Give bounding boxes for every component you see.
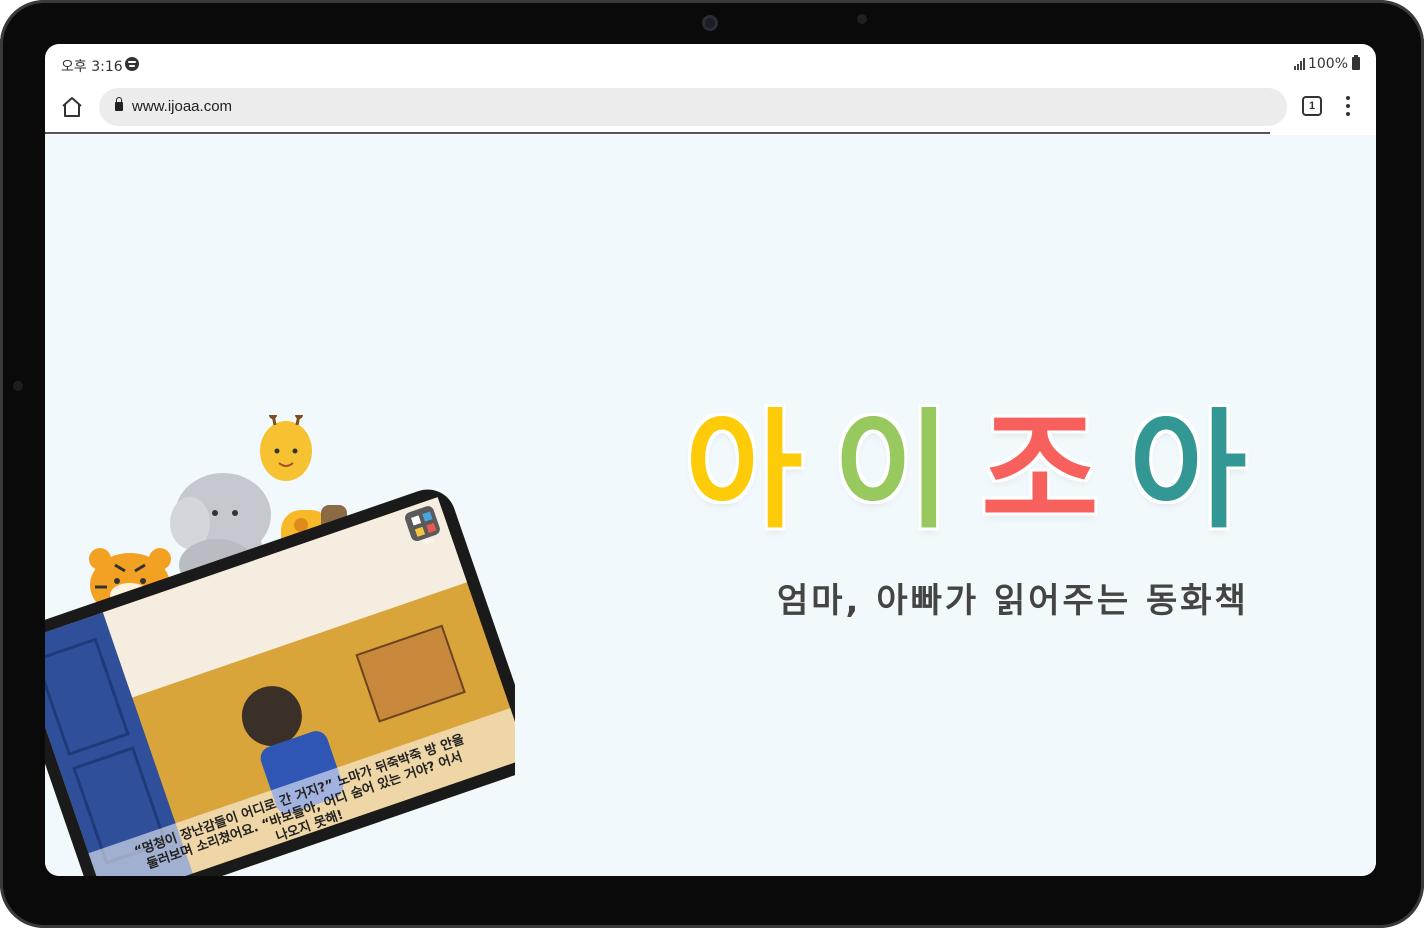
hero-illustration: 메뉴 “멍청이 장난감들이 어디로 간 거지?” 노마가 뒤죽박죽 방 안을 둘… [45, 415, 515, 876]
lock-icon [115, 97, 123, 111]
tagline: 엄마, 아빠가 읽어주는 동화책 [777, 581, 1249, 621]
logo-letter: 아 [685, 397, 803, 546]
spotify-icon [125, 57, 139, 71]
status-time: 오후 3:16 [61, 59, 123, 75]
battery-percent: 100% [1307, 56, 1348, 72]
logo-letter: 조 [981, 397, 1099, 546]
browser-toolbar: www.ijoaa.com 1 [45, 84, 1376, 134]
status-bar: 오후 3:16 100% [45, 44, 1376, 84]
signal-icon [1294, 58, 1306, 70]
page-load-progress [45, 132, 1270, 134]
address-bar[interactable]: www.ijoaa.com [99, 88, 1287, 126]
more-menu-button[interactable] [1340, 95, 1356, 117]
tablet-frame: 오후 3:16 100% www.ijoaa.com 1 아 이 조 아 엄마,… [0, 0, 1424, 928]
front-camera [702, 15, 718, 31]
battery-icon [1352, 55, 1360, 70]
tab-switcher-button[interactable]: 1 [1302, 96, 1322, 116]
logo-letter: 이 [833, 397, 951, 546]
logo-letter: 아 [1129, 397, 1247, 546]
home-icon [62, 97, 82, 117]
screen: 오후 3:16 100% www.ijoaa.com 1 아 이 조 아 엄마,… [45, 44, 1376, 876]
url-text: www.ijoaa.com [132, 98, 233, 115]
tablet-mockup: 메뉴 “멍청이 장난감들이 어디로 간 거지?” 노마가 뒤죽박죽 방 안을 둘… [45, 489, 515, 876]
site-logo[interactable]: 아이조아 [685, 397, 1275, 547]
web-page: 아이조아 엄마, 아빠가 읽어주는 동화책 메뉴 “멍청이 장난감들이 어디로 … [45, 135, 1376, 876]
home-button[interactable] [59, 94, 85, 120]
side-sensor [13, 381, 23, 391]
light-sensor [857, 14, 867, 24]
